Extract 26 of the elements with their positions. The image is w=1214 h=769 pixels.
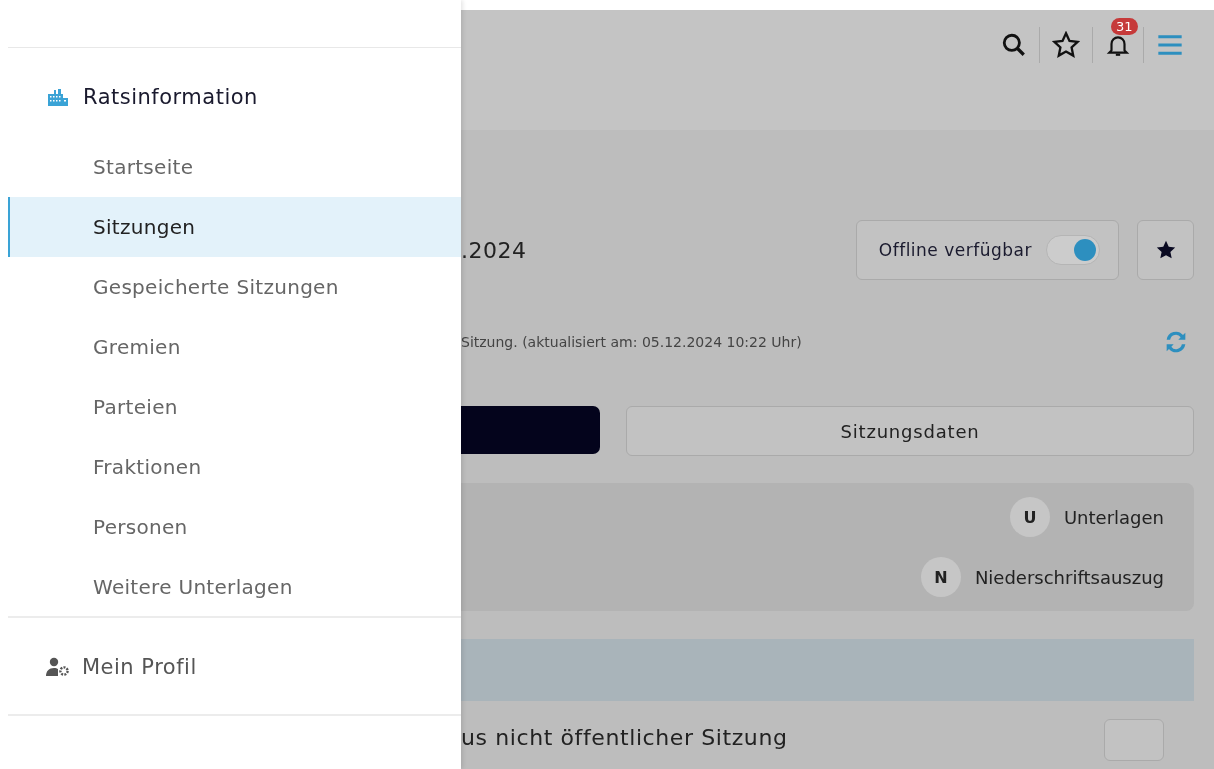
nav-item[interactable]: Gremien xyxy=(8,317,461,377)
profile-link[interactable]: Mein Profil xyxy=(8,618,461,715)
nav-item[interactable]: Parteien xyxy=(8,377,461,437)
legend-label: Unterlagen xyxy=(1063,506,1164,528)
nav-item[interactable]: Gespeicherte Sitzungen xyxy=(8,257,461,317)
search-icon[interactable] xyxy=(1001,32,1027,58)
legend-letter: U xyxy=(1009,497,1050,537)
star-icon xyxy=(1154,239,1177,261)
star-outline-icon[interactable] xyxy=(1052,31,1080,59)
nav-item[interactable]: Sitzungen xyxy=(8,197,461,257)
nav-item[interactable]: Weitere Unterlagen xyxy=(8,557,461,617)
section-title: Ratsinformation xyxy=(83,85,258,109)
agenda-title: us nicht öffentlicher Sitzung xyxy=(461,725,788,750)
buildings-icon xyxy=(47,88,69,106)
update-info: Sitzung. (aktualisiert am: 05.12.2024 10:22 Uhr) xyxy=(461,334,802,350)
favorite-button[interactable] xyxy=(1137,220,1194,280)
meeting-title: .2024 xyxy=(461,237,528,263)
nav-item[interactable]: Startseite xyxy=(8,137,461,197)
tab[interactable]: Sitzungsdaten xyxy=(626,406,1194,456)
user-gear-icon xyxy=(46,656,70,677)
nav-item[interactable]: Fraktionen xyxy=(8,437,461,497)
nav-item[interactable]: Personen xyxy=(8,497,461,557)
notification-badge: 31 xyxy=(1111,18,1138,35)
legend-label: Niederschriftsauszug xyxy=(974,566,1164,588)
offline-toggle[interactable]: Offline verfügbar xyxy=(855,220,1119,280)
legend-letter: N xyxy=(920,557,961,597)
